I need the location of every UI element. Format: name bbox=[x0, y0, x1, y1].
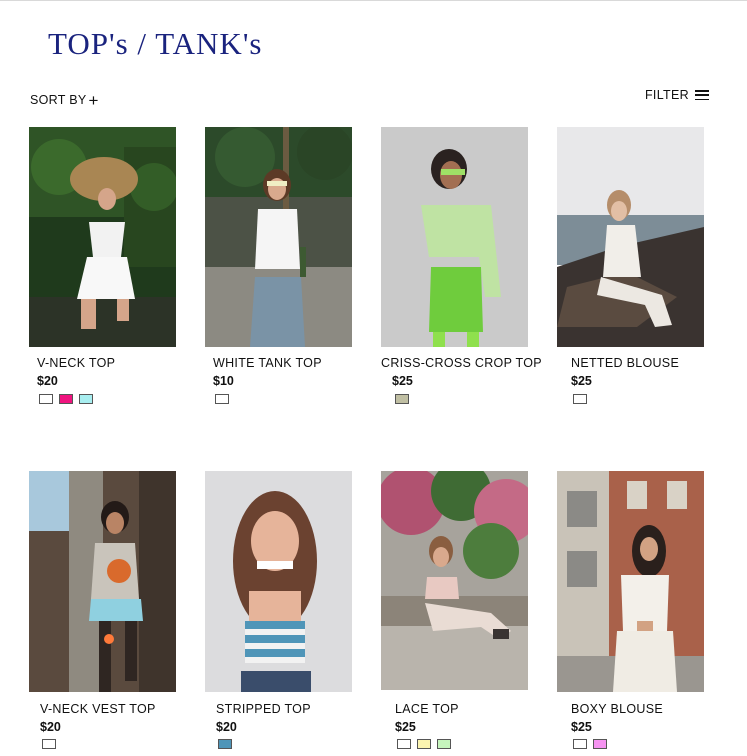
product-card-netted-blouse[interactable]: NETTED BLOUSE $25 bbox=[557, 127, 705, 404]
product-name[interactable]: CRISS-CROSS CROP TOP bbox=[381, 356, 542, 370]
sort-by-button[interactable]: SORT BY + bbox=[30, 91, 99, 111]
product-price: $25 bbox=[395, 720, 416, 734]
color-swatches bbox=[42, 739, 56, 749]
product-card-v-neck-top[interactable]: V-NECK TOP $20 bbox=[29, 127, 177, 404]
color-swatches bbox=[573, 739, 607, 749]
color-swatch[interactable] bbox=[59, 394, 73, 404]
color-swatch[interactable] bbox=[573, 394, 587, 404]
product-card-criss-cross-crop-top[interactable]: CRISS-CROSS CROP TOP $25 bbox=[381, 127, 542, 404]
product-card-v-neck-vest-top[interactable]: V-NECK VEST TOP $20 bbox=[29, 471, 177, 749]
product-price: $20 bbox=[40, 720, 61, 734]
page-title: TOP's / TANK's bbox=[48, 26, 263, 61]
product-card-boxy-blouse[interactable]: BOXY BLOUSE $25 bbox=[557, 471, 705, 749]
color-swatch[interactable] bbox=[437, 739, 451, 749]
product-price: $20 bbox=[216, 720, 237, 734]
product-name[interactable]: NETTED BLOUSE bbox=[571, 356, 679, 370]
product-name[interactable]: V-NECK TOP bbox=[37, 356, 115, 370]
color-swatch[interactable] bbox=[218, 739, 232, 749]
color-swatches bbox=[573, 394, 587, 404]
filter-label: FILTER bbox=[645, 88, 689, 102]
color-swatch[interactable] bbox=[573, 739, 587, 749]
product-image[interactable] bbox=[381, 471, 528, 690]
color-swatches bbox=[39, 394, 93, 404]
product-price: $10 bbox=[213, 374, 234, 388]
filter-button[interactable]: FILTER bbox=[645, 88, 709, 102]
product-name[interactable]: V-NECK VEST TOP bbox=[40, 702, 156, 716]
product-image[interactable] bbox=[205, 471, 352, 692]
product-card-stripped-top[interactable]: STRIPPED TOP $20 bbox=[205, 471, 353, 749]
product-price: $25 bbox=[571, 720, 592, 734]
product-card-white-tank-top[interactable]: WHITE TANK TOP $10 bbox=[205, 127, 353, 404]
product-name[interactable]: LACE TOP bbox=[395, 702, 459, 716]
color-swatch[interactable] bbox=[42, 739, 56, 749]
product-image[interactable] bbox=[29, 471, 176, 692]
plus-icon: + bbox=[88, 91, 99, 110]
color-swatch[interactable] bbox=[39, 394, 53, 404]
product-image[interactable] bbox=[557, 471, 704, 692]
hamburger-menu-icon bbox=[694, 90, 709, 100]
color-swatches bbox=[215, 394, 229, 404]
product-name[interactable]: BOXY BLOUSE bbox=[571, 702, 663, 716]
color-swatches bbox=[397, 739, 451, 749]
color-swatches bbox=[395, 394, 409, 404]
color-swatch[interactable] bbox=[397, 739, 411, 749]
product-price: $25 bbox=[392, 374, 413, 388]
color-swatch[interactable] bbox=[417, 739, 431, 749]
product-price: $20 bbox=[37, 374, 58, 388]
color-swatch[interactable] bbox=[79, 394, 93, 404]
product-image[interactable] bbox=[381, 127, 528, 347]
product-name[interactable]: WHITE TANK TOP bbox=[213, 356, 322, 370]
color-swatch[interactable] bbox=[215, 394, 229, 404]
color-swatches bbox=[218, 739, 232, 749]
top-divider bbox=[0, 0, 747, 1]
product-image[interactable] bbox=[29, 127, 176, 347]
product-image[interactable] bbox=[557, 127, 704, 347]
product-name[interactable]: STRIPPED TOP bbox=[216, 702, 311, 716]
color-swatch[interactable] bbox=[395, 394, 409, 404]
sort-by-label: SORT BY bbox=[30, 93, 87, 107]
product-image[interactable] bbox=[205, 127, 352, 347]
color-swatch[interactable] bbox=[593, 739, 607, 749]
product-price: $25 bbox=[571, 374, 592, 388]
product-card-lace-top[interactable]: LACE TOP $25 bbox=[381, 471, 529, 749]
